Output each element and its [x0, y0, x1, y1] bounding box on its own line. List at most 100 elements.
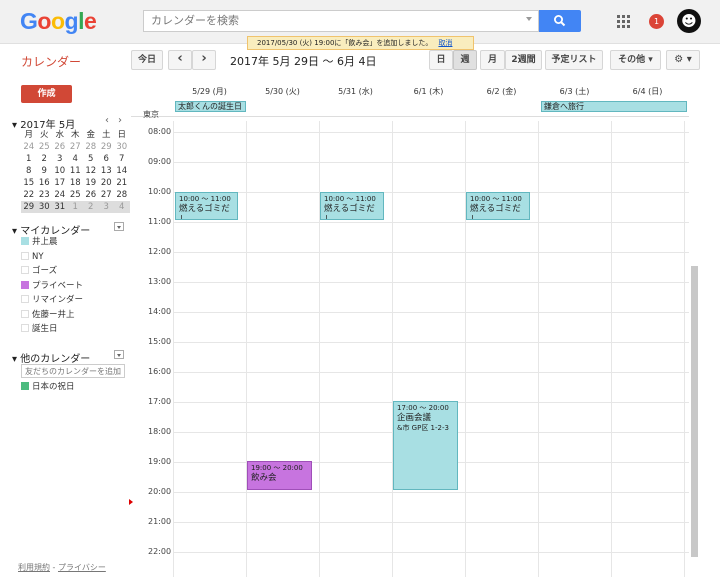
settings-button[interactable]: ⚙ ▾	[666, 50, 700, 70]
create-button[interactable]: 作成	[21, 85, 72, 103]
event-block[interactable]: 17:00 ～ 20:00 企画会議 &市 GP区 1-2-3	[393, 401, 458, 490]
mini-day[interactable]: 3	[99, 201, 115, 213]
view-week-button[interactable]: 週	[453, 50, 477, 70]
scrollbar[interactable]	[691, 266, 698, 557]
mini-day[interactable]: 17	[52, 177, 68, 189]
calendar-item[interactable]: プライベート	[21, 280, 83, 294]
google-logo[interactable]: Google	[20, 8, 97, 35]
undo-link[interactable]: 取消	[438, 39, 452, 47]
mini-day[interactable]: 29	[99, 141, 115, 153]
calendar-color-swatch[interactable]	[21, 324, 29, 332]
mini-day[interactable]: 26	[83, 189, 99, 201]
more-button[interactable]: その他 ▾	[610, 50, 661, 70]
mini-day[interactable]: 4	[114, 201, 130, 213]
mini-day[interactable]: 2	[83, 201, 99, 213]
calendar-item[interactable]: 佐藤ー井上	[21, 309, 75, 323]
terms-link[interactable]: 利用規約	[18, 563, 50, 572]
day-header[interactable]: 6/3 (土)	[538, 85, 611, 99]
mini-next-button[interactable]: ›	[118, 115, 122, 126]
privacy-link[interactable]: プライバシー	[58, 563, 106, 572]
mini-day[interactable]: 5	[83, 153, 99, 165]
avatar[interactable]: ☻	[677, 9, 701, 33]
other-calendars-menu-button[interactable]	[114, 350, 124, 359]
view-agenda-button[interactable]: 予定リスト	[545, 50, 603, 70]
mini-day[interactable]: 25	[68, 189, 84, 201]
mini-day[interactable]: 30	[37, 201, 53, 213]
event-block[interactable]: 10:00 ～ 11:00 燃えるゴミだし	[466, 192, 530, 220]
mini-day[interactable]: 28	[114, 189, 130, 201]
mini-day[interactable]: 6	[99, 153, 115, 165]
calendar-item[interactable]: 日本の祝日	[21, 382, 75, 395]
mini-day[interactable]: 24	[52, 189, 68, 201]
mini-day[interactable]: 25	[37, 141, 53, 153]
other-calendars-title[interactable]: ▾ 他のカレンダー	[12, 350, 90, 365]
notification-badge[interactable]: 1	[649, 14, 664, 29]
mini-day[interactable]: 7	[114, 153, 130, 165]
mini-day[interactable]: 23	[37, 189, 53, 201]
day-header[interactable]: 5/31 (水)	[319, 85, 392, 99]
search-button[interactable]	[539, 10, 581, 32]
view-2weeks-button[interactable]: 2週間	[505, 50, 542, 70]
calendar-color-swatch[interactable]	[21, 266, 29, 274]
today-button[interactable]: 今日	[131, 50, 163, 70]
mini-day[interactable]: 14	[114, 165, 130, 177]
day-header[interactable]: 6/4 (日)	[611, 85, 684, 99]
day-header[interactable]: 6/1 (木)	[392, 85, 465, 99]
mini-prev-button[interactable]: ‹	[105, 115, 109, 126]
calendar-item[interactable]: NY	[21, 251, 44, 265]
mini-day[interactable]: 9	[37, 165, 53, 177]
mini-day[interactable]: 21	[114, 177, 130, 189]
mini-day[interactable]: 27	[99, 189, 115, 201]
mini-day[interactable]: 27	[68, 141, 84, 153]
mini-day[interactable]: 3	[52, 153, 68, 165]
mini-day[interactable]: 28	[83, 141, 99, 153]
all-day-event[interactable]: 太郎くんの誕生日	[175, 101, 246, 112]
mini-day[interactable]: 15	[21, 177, 37, 189]
mini-day[interactable]: 10	[52, 165, 68, 177]
calendar-color-swatch[interactable]	[21, 237, 29, 245]
time-grid[interactable]: 10:00 ～ 11:00 燃えるゴミだし 10:00 ～ 11:00 燃えるゴミだ…	[131, 121, 689, 577]
calendar-color-swatch[interactable]	[21, 309, 29, 318]
day-header[interactable]: 5/29 (月)	[173, 85, 246, 99]
app-title[interactable]: カレンダー	[21, 53, 81, 70]
mini-day[interactable]: 20	[99, 177, 115, 189]
search-options-icon[interactable]	[526, 17, 532, 21]
mini-day[interactable]: 22	[21, 189, 37, 201]
all-day-event[interactable]: 鎌倉へ旅行	[541, 101, 687, 112]
day-header[interactable]: 5/30 (火)	[246, 85, 319, 99]
mini-day[interactable]: 18	[68, 177, 84, 189]
calendar-color-swatch[interactable]	[21, 295, 29, 303]
calendar-item[interactable]: ゴーズ	[21, 266, 57, 279]
mini-day[interactable]: 1	[68, 201, 84, 213]
day-header[interactable]: 6/2 (金)	[465, 85, 538, 99]
event-block[interactable]: 10:00 ～ 11:00 燃えるゴミだし	[320, 192, 384, 220]
add-friend-calendar-input[interactable]	[21, 364, 125, 378]
my-calendars-menu-button[interactable]	[114, 222, 124, 231]
mini-day[interactable]: 12	[83, 165, 99, 177]
event-block[interactable]: 10:00 ～ 11:00 燃えるゴミだし	[175, 192, 238, 220]
mini-day[interactable]: 24	[21, 141, 37, 153]
view-month-button[interactable]: 月	[480, 50, 505, 70]
mini-day[interactable]: 30	[114, 141, 130, 153]
mini-day[interactable]: 8	[21, 165, 37, 177]
calendar-color-swatch[interactable]	[21, 280, 29, 289]
calendar-color-swatch[interactable]	[21, 251, 29, 260]
calendar-item[interactable]: 誕生日	[21, 324, 58, 337]
search-input[interactable]	[144, 11, 514, 31]
mini-day[interactable]: 13	[99, 165, 115, 177]
calendar-item[interactable]: 井上晨	[21, 237, 58, 250]
calendar-item[interactable]: リマインダー	[21, 295, 83, 308]
mini-day[interactable]: 26	[52, 141, 68, 153]
mini-day[interactable]: 19	[83, 177, 99, 189]
next-week-button[interactable]: ›	[192, 50, 216, 70]
calendar-color-swatch[interactable]	[21, 382, 29, 390]
view-day-button[interactable]: 日	[429, 50, 453, 70]
mini-day[interactable]: 11	[68, 165, 84, 177]
mini-day[interactable]: 29	[21, 201, 37, 213]
mini-day[interactable]: 16	[37, 177, 53, 189]
mini-day[interactable]: 4	[68, 153, 84, 165]
mini-day[interactable]: 2	[37, 153, 53, 165]
prev-week-button[interactable]: ‹	[168, 50, 192, 70]
mini-day[interactable]: 1	[21, 153, 37, 165]
apps-grid-icon[interactable]	[617, 15, 631, 29]
